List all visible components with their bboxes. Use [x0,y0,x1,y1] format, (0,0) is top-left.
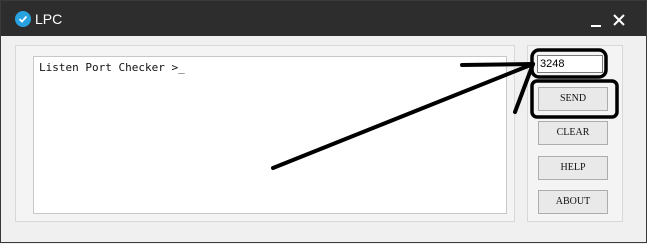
help-button[interactable]: HELP [538,156,608,180]
send-button[interactable]: SEND [538,87,608,111]
checkmark-circle-icon [15,11,31,27]
output-panel: Listen Port Checker >_ [15,45,515,222]
window-title: LPC [35,11,63,27]
output-console[interactable]: Listen Port Checker >_ [33,56,507,214]
close-icon[interactable] [612,13,626,27]
about-button[interactable]: ABOUT [538,190,608,214]
clear-button[interactable]: CLEAR [538,121,608,145]
port-input[interactable] [537,55,603,73]
minimize-icon[interactable] [589,9,603,27]
title-bar[interactable]: LPC [1,1,646,36]
app-window: LPC Listen Port Checker >_ SEND CLEAR HE… [0,0,647,243]
